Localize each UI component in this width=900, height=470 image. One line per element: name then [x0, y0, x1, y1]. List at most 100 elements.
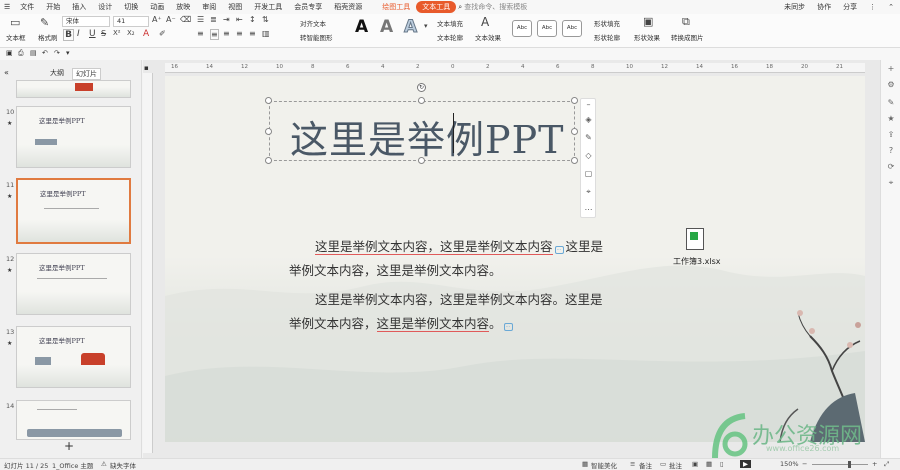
- convert-image-icon[interactable]: ⧉: [682, 15, 690, 29]
- embedded-file-label[interactable]: 工作簿3.xlsx: [673, 256, 721, 267]
- menu-animation[interactable]: 动画: [144, 2, 170, 12]
- menu-transition[interactable]: 切换: [118, 2, 144, 12]
- share-icon[interactable]: ⇪: [885, 130, 897, 142]
- resize-handle-br[interactable]: [571, 157, 578, 164]
- menu-home[interactable]: 开始: [40, 2, 66, 12]
- outdent-icon[interactable]: ⇤: [236, 15, 243, 24]
- underline-icon[interactable]: U: [89, 29, 96, 39]
- menu-member[interactable]: 会员专享: [288, 2, 328, 12]
- align-center-icon[interactable]: ≡: [210, 29, 219, 40]
- strike-icon[interactable]: S: [101, 29, 106, 38]
- reading-view-icon[interactable]: ▯: [720, 460, 724, 468]
- more-icon[interactable]: ⋮: [863, 3, 882, 11]
- menu-drawing-tools[interactable]: 绘图工具: [376, 2, 416, 12]
- crop-icon[interactable]: ▢: [583, 169, 594, 180]
- pen-icon[interactable]: ✎: [583, 133, 594, 144]
- shape-outline-button[interactable]: 形状轮廓: [594, 32, 620, 42]
- indent-icon[interactable]: ⇥: [223, 15, 230, 24]
- grammar-badge[interactable]: ⋯: [554, 246, 564, 254]
- zoom-in-icon[interactable]: +: [872, 460, 877, 468]
- panel-collapse-icon[interactable]: «: [4, 68, 9, 77]
- resize-handle-bl[interactable]: [265, 157, 272, 164]
- missing-font-button[interactable]: 缺失字体: [110, 460, 136, 470]
- font-name-select[interactable]: 宋体: [62, 16, 110, 27]
- format-painter-button[interactable]: 格式刷: [38, 32, 58, 42]
- distributed-icon[interactable]: ≡: [249, 29, 256, 38]
- shape-effect-button[interactable]: 形状效果: [634, 32, 660, 42]
- text-outline-button[interactable]: 文本轮廓: [437, 32, 463, 42]
- zoom-out-icon[interactable]: −: [802, 460, 807, 468]
- text-fill-button[interactable]: 文本填充: [437, 18, 463, 28]
- text-style-black[interactable]: A: [355, 17, 368, 37]
- menu-developer[interactable]: 开发工具: [248, 2, 288, 12]
- menu-icon[interactable]: ☰: [0, 3, 14, 11]
- font-grow-icon[interactable]: A⁺: [152, 15, 162, 24]
- thumbnail-slide-14[interactable]: [16, 400, 131, 440]
- paragraph-2-line-2[interactable]: 举例文本内容，这里是举例文本内容。 ⋯: [289, 313, 513, 332]
- convert-image-button[interactable]: 转换成图片: [671, 32, 704, 42]
- paragraph-1-line-2[interactable]: 举例文本内容，这里是举例文本内容。: [289, 260, 502, 279]
- font-color-icon[interactable]: A: [143, 29, 149, 39]
- menu-file[interactable]: 文件: [14, 2, 40, 12]
- text-effect-button[interactable]: 文本效果: [475, 32, 501, 42]
- superscript-icon[interactable]: X²: [113, 29, 121, 37]
- columns-icon[interactable]: ▥: [262, 29, 270, 38]
- line-spacing-icon[interactable]: ↕: [249, 15, 256, 24]
- shape-effect-icon[interactable]: ▣: [643, 15, 653, 28]
- location-icon[interactable]: ⌖: [583, 187, 594, 198]
- shape-fill-button[interactable]: 形状填充: [594, 18, 620, 28]
- slide-canvas[interactable]: ↻ 这里是举例PPT 这里是举例文本内容，这里是举例文本内容 ⋯ 这里是 举例文本内…: [165, 76, 865, 442]
- menu-slideshow[interactable]: 放映: [170, 2, 196, 12]
- resize-handle-mr[interactable]: [571, 128, 578, 135]
- rotate-handle-icon[interactable]: ↻: [417, 83, 426, 92]
- font-size-select[interactable]: 41: [113, 16, 149, 27]
- play-icon[interactable]: ▶: [740, 460, 751, 468]
- location-icon[interactable]: ⌖: [885, 178, 897, 190]
- resize-handle-tc[interactable]: [418, 97, 425, 104]
- menu-design[interactable]: 设计: [92, 2, 118, 12]
- shape-style-3[interactable]: Abc: [562, 20, 582, 37]
- sorter-view-icon[interactable]: ▦: [706, 460, 712, 468]
- grammar-badge[interactable]: ⋯: [503, 323, 513, 331]
- thumbnail-slide-10[interactable]: 这里是举例PPT: [16, 106, 131, 168]
- collapse-toolbar-icon[interactable]: –: [583, 100, 594, 111]
- normal-view-icon[interactable]: ▣: [692, 460, 698, 468]
- align-left-icon[interactable]: ≡: [197, 29, 204, 38]
- subscript-icon[interactable]: X₂: [127, 29, 135, 37]
- thumbnail-slide-11[interactable]: 这里是举例PPT: [16, 178, 131, 244]
- help-icon[interactable]: ?: [885, 146, 897, 158]
- number-list-icon[interactable]: ≣: [210, 15, 217, 24]
- textbox-button[interactable]: 文本框: [6, 32, 26, 42]
- preview-icon[interactable]: ▤: [30, 49, 37, 57]
- print-icon[interactable]: ⎙: [18, 49, 24, 58]
- sync-status[interactable]: 未同步: [778, 2, 811, 12]
- collapse-icon[interactable]: ⌃: [882, 3, 900, 11]
- backup-icon[interactable]: ⟳: [885, 162, 897, 174]
- beautify-button[interactable]: 智能美化: [591, 460, 617, 470]
- resize-handle-tl[interactable]: [265, 97, 272, 104]
- bullet-list-icon[interactable]: ☰: [197, 15, 204, 24]
- more-options-icon[interactable]: ⋯: [583, 205, 594, 216]
- paragraph-2-line-1[interactable]: 这里是举例文本内容，这里是举例文本内容。这里是: [315, 289, 603, 308]
- pen-icon[interactable]: ✎: [885, 98, 897, 110]
- search-input[interactable]: 查找命令、搜索模板: [464, 2, 533, 12]
- menu-insert[interactable]: 插入: [66, 2, 92, 12]
- zoom-value[interactable]: 150%: [780, 460, 799, 468]
- customize-icon[interactable]: ▾: [66, 49, 70, 57]
- smart-shape-button[interactable]: 转智能图形: [300, 32, 333, 42]
- excel-file-icon[interactable]: [686, 228, 704, 250]
- zoom-slider[interactable]: [812, 464, 868, 465]
- shape-style-2[interactable]: Abc: [537, 20, 557, 37]
- save-icon[interactable]: ▣: [6, 49, 13, 57]
- font-shrink-icon[interactable]: A⁻: [166, 15, 176, 24]
- menu-text-tools[interactable]: 文本工具: [416, 1, 457, 13]
- undo-icon[interactable]: ↶: [42, 49, 48, 57]
- comment-button[interactable]: 批注: [669, 460, 682, 470]
- text-effect-icon[interactable]: A: [481, 15, 489, 29]
- text-style-outline[interactable]: A: [403, 17, 417, 38]
- clear-format-icon[interactable]: ⌫: [180, 15, 191, 24]
- text-direction-icon[interactable]: ⇅: [262, 15, 269, 24]
- text-align-button[interactable]: 对齐文本: [300, 18, 326, 28]
- collab-button[interactable]: 协作: [811, 2, 837, 12]
- italic-icon[interactable]: I: [77, 29, 80, 39]
